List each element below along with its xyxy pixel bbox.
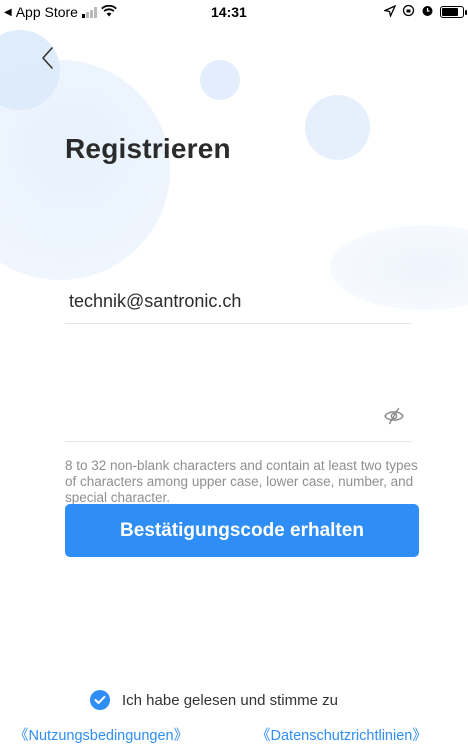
page-title: Registrieren xyxy=(65,133,231,164)
email-field[interactable] xyxy=(65,280,412,324)
lock-rotation-icon xyxy=(402,4,415,20)
back-button[interactable] xyxy=(40,46,60,74)
background-bubble xyxy=(200,60,240,100)
alarm-icon xyxy=(421,4,434,20)
status-back-app-label: App Store xyxy=(15,4,78,20)
background-bubble xyxy=(305,95,370,160)
chevron-left-icon xyxy=(42,47,53,69)
signal-icon xyxy=(81,6,97,18)
checkmark-icon xyxy=(94,695,106,704)
status-back-to-app[interactable]: ◀ App Store xyxy=(4,4,117,20)
location-arrow-icon xyxy=(382,4,397,20)
status-bar: ◀ App Store 14:31 xyxy=(0,0,468,26)
privacy-link[interactable]: 《Datenschutzrichtlinien》 xyxy=(256,724,427,745)
register-screen: ◀ App Store 14:31 Registrieren technik@s… xyxy=(0,0,468,751)
eye-hidden-icon xyxy=(384,407,404,425)
terms-link[interactable]: 《Nutzungsbedingungen》 xyxy=(14,724,188,745)
status-indicators xyxy=(382,4,467,20)
agreement-row: Ich habe gelesen und stimme zu xyxy=(90,690,338,710)
wifi-icon xyxy=(101,4,117,20)
battery-icon xyxy=(440,6,467,18)
agreement-label: Ich habe gelesen und stimme zu xyxy=(122,691,338,709)
agreement-checkbox[interactable] xyxy=(90,690,110,710)
status-time: 14:31 xyxy=(211,4,247,20)
get-verification-code-button[interactable]: Bestätigungscode erhalten xyxy=(65,504,419,557)
back-triangle-icon: ◀ xyxy=(4,6,12,18)
password-visibility-toggle[interactable] xyxy=(383,406,405,426)
background-bubble xyxy=(0,60,170,280)
password-field[interactable] xyxy=(65,398,412,442)
password-hint: 8 to 32 non-blank characters and contain… xyxy=(65,458,418,505)
